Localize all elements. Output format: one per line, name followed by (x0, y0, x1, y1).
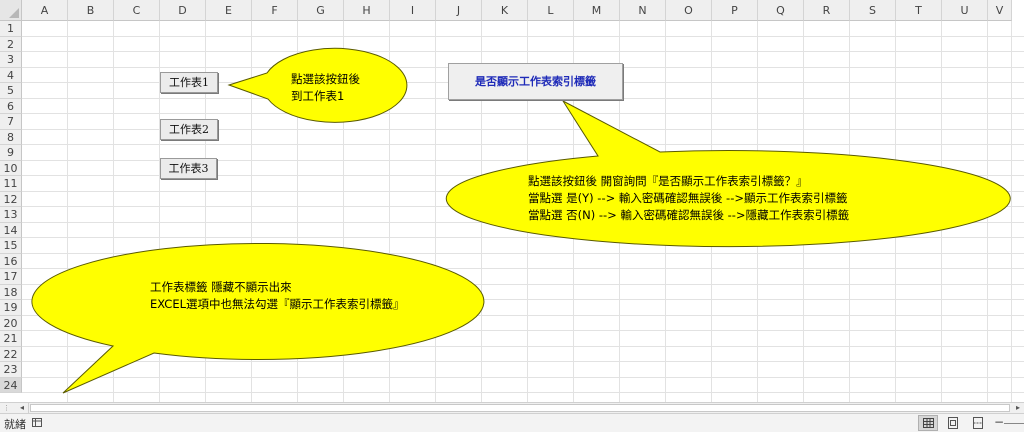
callout-text-hidden-tabs-note: 工作表標籤 隱藏不顯示出來 EXCEL選項中也無法勾選『顯示工作表索引標籤』 (150, 279, 405, 313)
callout-shape-hidden-tabs-note (31, 243, 485, 394)
status-bar: 就緒 − (0, 413, 1024, 432)
goto-sheet3-button[interactable]: 工作表3 (160, 158, 217, 179)
callout-line: 工作表標籤 隱藏不顯示出來 (150, 280, 292, 294)
horizontal-scrollbar[interactable]: ⋮ ◂ ▸ (0, 402, 1024, 413)
callout-line: 當點選 是(Y) --> 輸入密碼確認無誤後 -->顯示工作表索引標籤 (528, 191, 848, 205)
toggle-sheet-tabs-button[interactable]: 是否顯示工作表索引標籤 (448, 63, 623, 100)
scroll-left-arrow-icon[interactable]: ◂ (16, 403, 29, 413)
sheet-layout-icon[interactable] (32, 417, 42, 427)
callout-shapes (31, 47, 1011, 394)
callout-line: 當點選 否(N) --> 輸入密碼確認無誤後 -->隱藏工作表索引標籤 (528, 208, 850, 222)
callout-line: EXCEL選項中也無法勾選『顯示工作表索引標籤』 (150, 297, 405, 311)
goto-sheet2-button[interactable]: 工作表2 (160, 119, 218, 140)
tab-split-handle-icon[interactable]: ⋮ (3, 404, 11, 412)
normal-view-icon[interactable] (918, 415, 938, 431)
status-ready-text: 就緒 (4, 418, 26, 431)
page-break-view-icon[interactable] (971, 416, 985, 430)
spreadsheet-grid[interactable]: ABCDEFGHIJKLMNOPQRSTUV 1 2 3 4 5 6 7 8 9 10 11 12 13… (0, 0, 1024, 402)
zoom-minus-icon[interactable]: − (994, 415, 1004, 429)
callout-text-sheet1-note: 點選該按鈕後 到工作表1 (291, 71, 360, 105)
callout-line: 點選該按鈕後 開窗詢問『是否顯示工作表索引標籤？』 (528, 174, 808, 188)
zoom-slider[interactable] (1004, 423, 1024, 424)
callout-text-toggle-note: 點選該按鈕後 開窗詢問『是否顯示工作表索引標籤？』 當點選 是(Y) --> 輸… (528, 173, 849, 224)
callout-line: 點選該按鈕後 (291, 72, 360, 86)
page-layout-view-icon[interactable] (946, 416, 960, 430)
callout-line: 到工作表1 (291, 89, 345, 103)
scroll-right-arrow-icon[interactable]: ▸ (1012, 403, 1024, 413)
scrollbar-thumb[interactable] (30, 404, 1010, 412)
goto-sheet1-button[interactable]: 工作表1 (160, 72, 218, 93)
